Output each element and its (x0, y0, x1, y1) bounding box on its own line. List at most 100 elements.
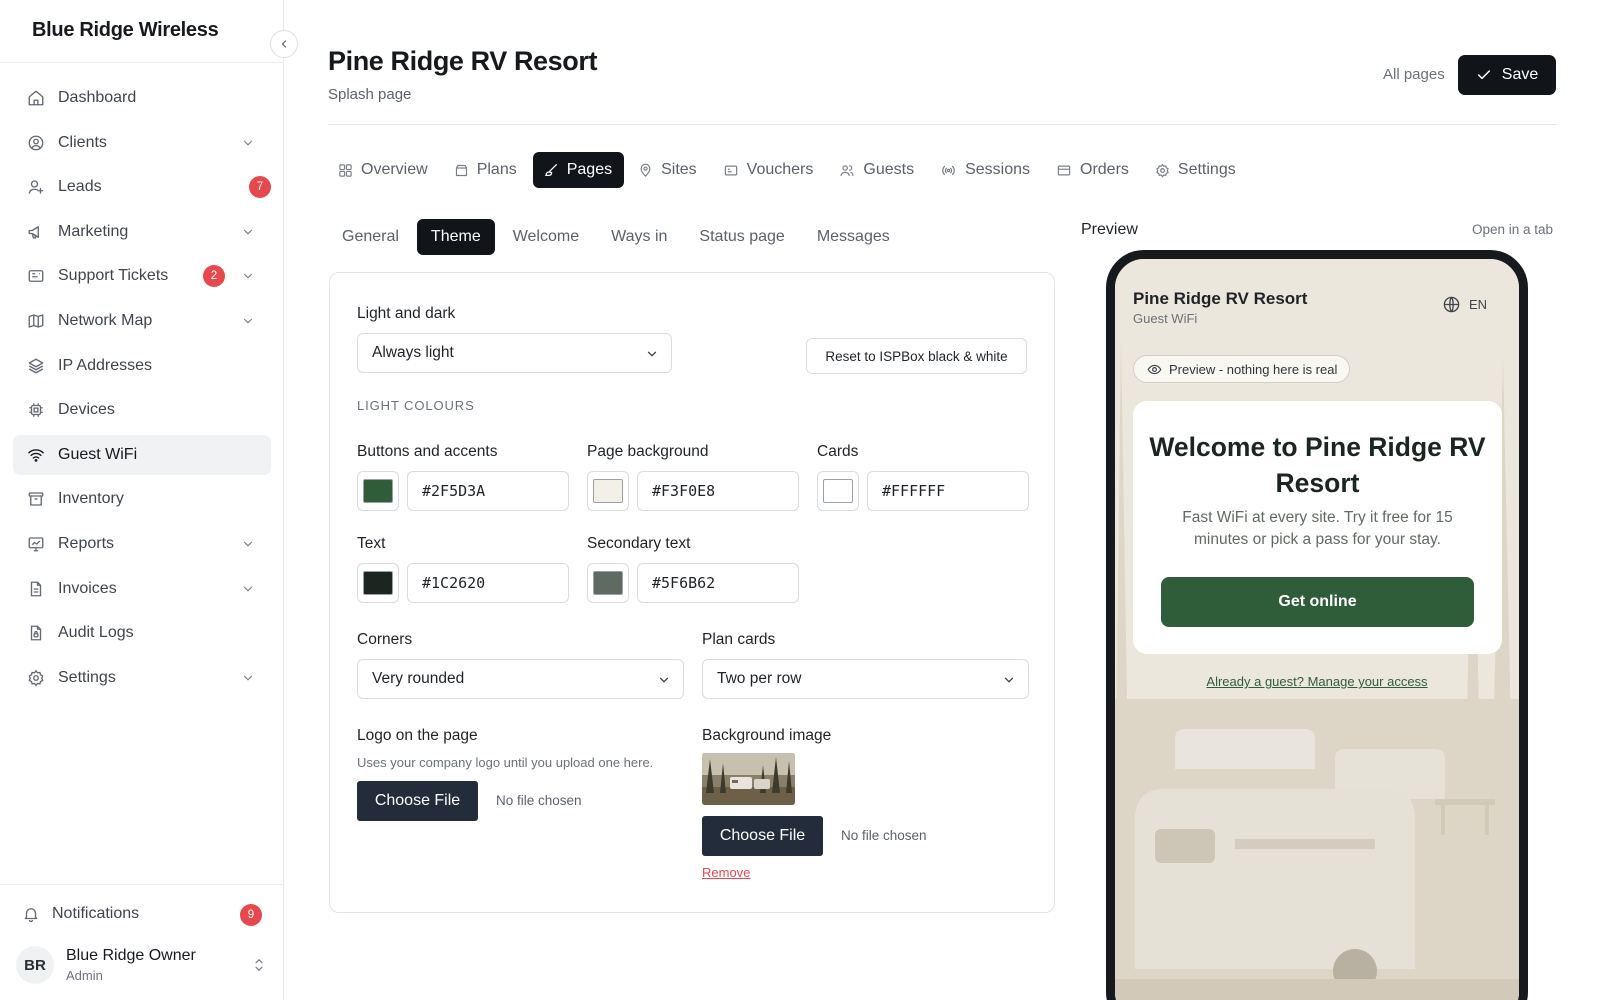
sidebar-item-label: Dashboard (58, 89, 137, 106)
tab-pages[interactable]: Pages (532, 152, 625, 188)
brand-name: Blue Ridge Wireless (32, 19, 219, 41)
sidebar: Blue Ridge Wireless Dashboard Clients Le… (0, 0, 284, 1000)
sidebar-item-guest-wifi[interactable]: Guest WiFi (13, 434, 271, 475)
color-preview (823, 479, 853, 503)
cards-color-swatch[interactable] (817, 471, 859, 511)
sidebar-item-label: Support Tickets (58, 267, 169, 285)
open-in-tab-link[interactable]: Open in a tab (1472, 222, 1553, 237)
reset-theme-button[interactable]: Reset to ISPBox black & white (806, 338, 1027, 374)
tab-guests[interactable]: Guests (829, 152, 926, 188)
chevron-down-icon[interactable] (241, 314, 255, 328)
sidebar-item-settings[interactable]: Settings (13, 658, 271, 698)
page-bg-color-input[interactable]: #F3F0E8 (637, 471, 799, 511)
tab-settings[interactable]: Settings (1145, 152, 1248, 188)
subtab-theme[interactable]: Theme (416, 219, 495, 255)
subtab-messages[interactable]: Messages (803, 219, 904, 255)
user-menu[interactable]: BR Blue Ridge Owner Admin (16, 944, 266, 988)
sidebar-item-inventory[interactable]: Inventory (13, 479, 271, 519)
user-circle-icon (27, 134, 45, 152)
collapse-sidebar-button[interactable] (270, 30, 298, 58)
tab-sessions[interactable]: Sessions (930, 152, 1042, 188)
subtab-status-page[interactable]: Status page (685, 219, 798, 255)
chevrons-updown-icon[interactable] (252, 956, 266, 974)
card-icon (1056, 163, 1072, 178)
corners-select[interactable]: Very rounded (357, 659, 684, 699)
background-choose-file-button[interactable]: Choose File (702, 816, 823, 856)
bell-icon (22, 905, 40, 923)
sidebar-item-invoices[interactable]: Invoices (13, 569, 271, 609)
tab-overview[interactable]: Overview (328, 152, 440, 188)
sidebar-item-leads[interactable]: Leads 7 (13, 167, 271, 207)
divider (328, 124, 1556, 125)
tab-label: Guests (863, 161, 915, 178)
user-role: Admin (66, 968, 103, 983)
chevron-down-icon[interactable] (241, 225, 255, 239)
tab-label: Pages (566, 161, 613, 178)
subtab-welcome[interactable]: Welcome (499, 219, 593, 255)
chevron-down-icon[interactable] (241, 269, 255, 283)
sidebar-item-label: Invoices (58, 579, 117, 597)
chevron-down-icon[interactable] (241, 671, 255, 685)
sidebar-item-support-tickets[interactable]: Support Tickets 2 (13, 256, 271, 296)
sidebar-item-reports[interactable]: Reports (13, 524, 271, 564)
secondary-color-swatch[interactable] (587, 563, 629, 603)
preview-manage-access-link[interactable]: Already a guest? Manage your access (1115, 674, 1519, 689)
chevron-down-icon[interactable] (241, 136, 255, 150)
page-title: Pine Ridge RV Resort (328, 46, 598, 76)
subtab-general[interactable]: General (328, 219, 413, 255)
preview-get-online-button[interactable]: Get online (1161, 577, 1474, 627)
tab-vouchers[interactable]: Vouchers (713, 152, 826, 188)
brush-icon (543, 162, 559, 178)
logo-choose-file-button[interactable]: Choose File (357, 781, 478, 821)
grid-icon (338, 163, 353, 178)
subtab-ways-in[interactable]: Ways in (597, 219, 681, 255)
sidebar-item-label: Leads (58, 178, 102, 196)
save-button[interactable]: Save (1458, 55, 1556, 95)
sidebar-item-audit-logs[interactable]: Audit Logs (13, 613, 271, 653)
sidebar-item-devices[interactable]: Devices (13, 390, 271, 430)
light-dark-select[interactable]: Always light (357, 333, 672, 373)
sidebar-item-clients[interactable]: Clients (13, 123, 271, 163)
user-name: Blue Ridge Owner (66, 947, 196, 964)
layers-icon (27, 357, 45, 375)
preview-label: Preview (1081, 221, 1138, 238)
divider (0, 62, 284, 63)
sidebar-item-network-map[interactable]: Network Map (13, 301, 271, 341)
sidebar-item-ip-addresses[interactable]: IP Addresses (13, 346, 271, 386)
corners-label: Corners (357, 631, 413, 648)
sidebar-item-marketing[interactable]: Marketing (13, 212, 271, 252)
secondary-color-input[interactable]: #5F6B62 (637, 563, 799, 603)
buttons-color-swatch[interactable] (357, 471, 399, 511)
tab-plans[interactable]: Plans (444, 152, 529, 188)
file-icon (27, 580, 45, 598)
sidebar-item-label: Marketing (58, 222, 129, 240)
text-color-label: Text (357, 535, 386, 552)
chevron-down-icon[interactable] (241, 537, 255, 551)
sidebar-item-label: Inventory (58, 490, 124, 508)
tab-label: Sessions (965, 161, 1030, 178)
text-color-swatch[interactable] (357, 563, 399, 603)
save-label: Save (1501, 66, 1539, 83)
preview-language-switch[interactable]: EN (1442, 295, 1487, 314)
cards-color-input[interactable]: #FFFFFF (867, 471, 1029, 511)
all-pages-link[interactable]: All pages (1383, 66, 1445, 83)
buttons-color-input[interactable]: #2F5D3A (407, 471, 569, 511)
notifications-link[interactable]: Notifications 9 (22, 900, 262, 928)
count-badge: 7 (249, 176, 271, 199)
text-color-input[interactable]: #1C2620 (407, 563, 569, 603)
home-icon (27, 89, 45, 107)
notifications-badge: 9 (240, 904, 262, 926)
preview-welcome-text: Fast WiFi at every site. Try it free for… (1182, 509, 1453, 548)
tab-sites[interactable]: Sites (628, 152, 709, 188)
chevron-down-icon (645, 347, 659, 361)
tab-orders[interactable]: Orders (1046, 152, 1141, 188)
plan-cards-label: Plan cards (702, 631, 776, 648)
tab-label: Overview (361, 161, 428, 178)
sidebar-item-dashboard[interactable]: Dashboard (13, 78, 271, 118)
chevron-down-icon[interactable] (241, 582, 255, 596)
sidebar-item-label: Devices (58, 401, 115, 419)
page-bg-color-swatch[interactable] (587, 471, 629, 511)
plan-cards-select[interactable]: Two per row (702, 659, 1029, 699)
remove-background-link[interactable]: Remove (702, 865, 750, 880)
wifi-icon (27, 446, 45, 464)
